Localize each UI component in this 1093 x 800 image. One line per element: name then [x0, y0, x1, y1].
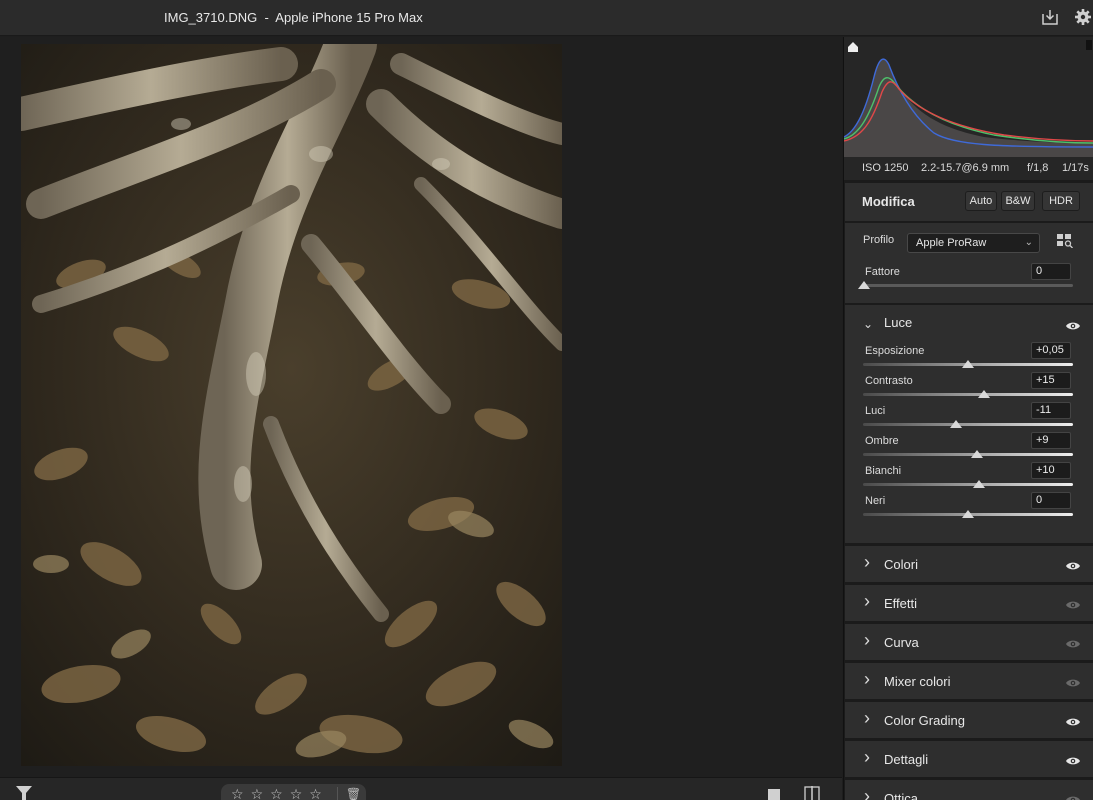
- save-download-icon[interactable]: [1040, 7, 1060, 27]
- slider-label-bianchi: Bianchi: [865, 465, 902, 477]
- slider-value-ombre[interactable]: +9: [1031, 432, 1071, 449]
- filter-icon[interactable]: [16, 786, 32, 800]
- amount-slider-thumb[interactable]: [858, 281, 870, 289]
- slider-track-contrasto[interactable]: [863, 393, 1073, 396]
- chevron-right-icon[interactable]: ›: [864, 786, 870, 800]
- eye-icon[interactable]: [1066, 558, 1080, 570]
- section-curva[interactable]: › Curva: [845, 624, 1093, 660]
- profile-label: Profilo: [863, 234, 895, 246]
- slider-label-ombre: Ombre: [865, 435, 899, 447]
- eye-icon[interactable]: [1066, 675, 1080, 687]
- chevron-right-icon[interactable]: ›: [864, 630, 870, 651]
- filmstrip-bar: ☆ ☆ ☆ ☆ ☆ 🗑: [0, 777, 842, 800]
- chevron-down-icon: ⌄: [1024, 237, 1033, 248]
- title-bar: IMG_3710.DNG - Apple iPhone 15 Pro Max: [0, 0, 1093, 36]
- camera-model: Apple iPhone 15 Pro Max: [275, 10, 423, 25]
- window-title: IMG_3710.DNG - Apple iPhone 15 Pro Max: [164, 10, 423, 25]
- light-title[interactable]: Luce: [884, 315, 912, 330]
- slider-value-esposizione[interactable]: +0,05: [1031, 342, 1071, 359]
- profile-browser-icon[interactable]: [1057, 234, 1073, 253]
- slider-value-luci[interactable]: -11: [1031, 402, 1071, 419]
- shadow-clipping-icon[interactable]: [847, 40, 859, 52]
- light-section: ⌄ Luce Esposizione +0,05 Contrasto +15 Luci -…: [845, 305, 1093, 543]
- section-label: Ottica: [884, 791, 918, 800]
- file-name: IMG_3710.DNG: [164, 10, 258, 25]
- aperture-value: f/1,8: [1027, 162, 1049, 174]
- profile-dropdown[interactable]: Apple ProRaw ⌄: [907, 233, 1040, 253]
- trash-icon[interactable]: 🗑: [336, 787, 361, 800]
- exif-info: ISO 1250 2.2-15.7@6.9 mm f/1,8 1/17s: [844, 157, 1093, 180]
- section-label: Colori: [884, 557, 918, 572]
- chevron-right-icon[interactable]: ›: [864, 669, 870, 690]
- section-mixer-colori[interactable]: › Mixer colori: [845, 663, 1093, 699]
- slider-thumb-luci[interactable]: [950, 420, 963, 428]
- slider-label-neri: Neri: [865, 495, 886, 507]
- gear-icon[interactable]: [1073, 7, 1093, 27]
- slider-value-contrasto[interactable]: +15: [1031, 372, 1071, 389]
- slider-thumb-bianchi[interactable]: [972, 480, 985, 488]
- eye-icon[interactable]: [1066, 636, 1080, 648]
- slider-thumb-contrasto[interactable]: [977, 390, 990, 398]
- highlight-clipping-icon[interactable]: [1086, 40, 1092, 50]
- star-1-icon[interactable]: ☆: [231, 787, 244, 800]
- slider-thumb-esposizione[interactable]: [962, 360, 974, 368]
- title-separator: -: [264, 10, 269, 25]
- star-4-icon[interactable]: ☆: [290, 787, 303, 800]
- section-effetti[interactable]: › Effetti: [845, 585, 1093, 621]
- section-colori[interactable]: › Colori: [845, 546, 1093, 582]
- star-5-icon[interactable]: ☆: [309, 787, 322, 800]
- edit-panel: ISO 1250 2.2-15.7@6.9 mm f/1,8 1/17s Mod…: [843, 37, 1093, 800]
- section-label: Curva: [884, 635, 919, 650]
- edit-header: Modifica Auto B&W HDR: [845, 183, 1093, 221]
- lens-value: 2.2-15.7@6.9 mm: [921, 162, 1010, 174]
- bw-button[interactable]: B&W: [1001, 191, 1035, 211]
- section-dettagli[interactable]: › Dettagli: [845, 741, 1093, 777]
- chevron-right-icon[interactable]: ›: [864, 552, 870, 573]
- section-label: Dettagli: [884, 752, 929, 767]
- profile-section: Profilo Apple ProRaw ⌄ Fattore 0: [845, 223, 1093, 303]
- slider-value-neri[interactable]: 0: [1031, 492, 1071, 509]
- amount-input[interactable]: 0: [1031, 263, 1071, 280]
- iso-value: ISO 1250: [862, 162, 909, 174]
- section-color-grading[interactable]: › Color Grading: [845, 702, 1093, 738]
- auto-button[interactable]: Auto: [965, 191, 997, 211]
- image-canvas[interactable]: [0, 37, 842, 777]
- slider-track-bianchi[interactable]: [863, 483, 1073, 486]
- section-label: Mixer colori: [884, 674, 951, 689]
- amount-label: Fattore: [865, 266, 900, 278]
- slider-thumb-ombre[interactable]: [971, 450, 984, 458]
- photo-preview[interactable]: [21, 44, 562, 766]
- slider-track-luci[interactable]: [863, 423, 1073, 426]
- star-2-icon[interactable]: ☆: [251, 787, 264, 800]
- slider-thumb-neri[interactable]: [962, 510, 974, 518]
- eye-icon[interactable]: [1066, 597, 1080, 609]
- compare-view-icon[interactable]: [804, 786, 820, 800]
- eye-icon[interactable]: [1066, 753, 1080, 765]
- chevron-right-icon[interactable]: ›: [864, 747, 870, 768]
- profile-value: Apple ProRaw: [916, 237, 987, 249]
- eye-icon[interactable]: [1066, 318, 1080, 330]
- slider-label-esposizione: Esposizione: [865, 345, 925, 357]
- slider-label-contrasto: Contrasto: [865, 375, 913, 387]
- chevron-down-icon[interactable]: ⌄: [863, 317, 873, 331]
- slider-label-luci: Luci: [865, 405, 886, 417]
- section-label: Color Grading: [884, 713, 965, 728]
- star-3-icon[interactable]: ☆: [270, 787, 283, 800]
- rating-control: ☆ ☆ ☆ ☆ ☆ 🗑: [221, 784, 366, 800]
- slider-track-ombre[interactable]: [863, 453, 1073, 456]
- edit-title: Modifica: [862, 194, 915, 209]
- hdr-button[interactable]: HDR: [1042, 191, 1080, 211]
- slider-value-bianchi[interactable]: +10: [1031, 462, 1071, 479]
- eye-icon[interactable]: [1066, 714, 1080, 726]
- amount-slider-track[interactable]: [863, 284, 1073, 287]
- chevron-right-icon[interactable]: ›: [864, 591, 870, 612]
- section-ottica[interactable]: › Ottica: [845, 780, 1093, 800]
- eye-icon[interactable]: [1066, 792, 1080, 800]
- square-view-icon[interactable]: [768, 789, 780, 800]
- section-label: Effetti: [884, 596, 918, 611]
- shutter-value: 1/17s: [1062, 162, 1089, 174]
- chevron-right-icon[interactable]: ›: [864, 708, 870, 729]
